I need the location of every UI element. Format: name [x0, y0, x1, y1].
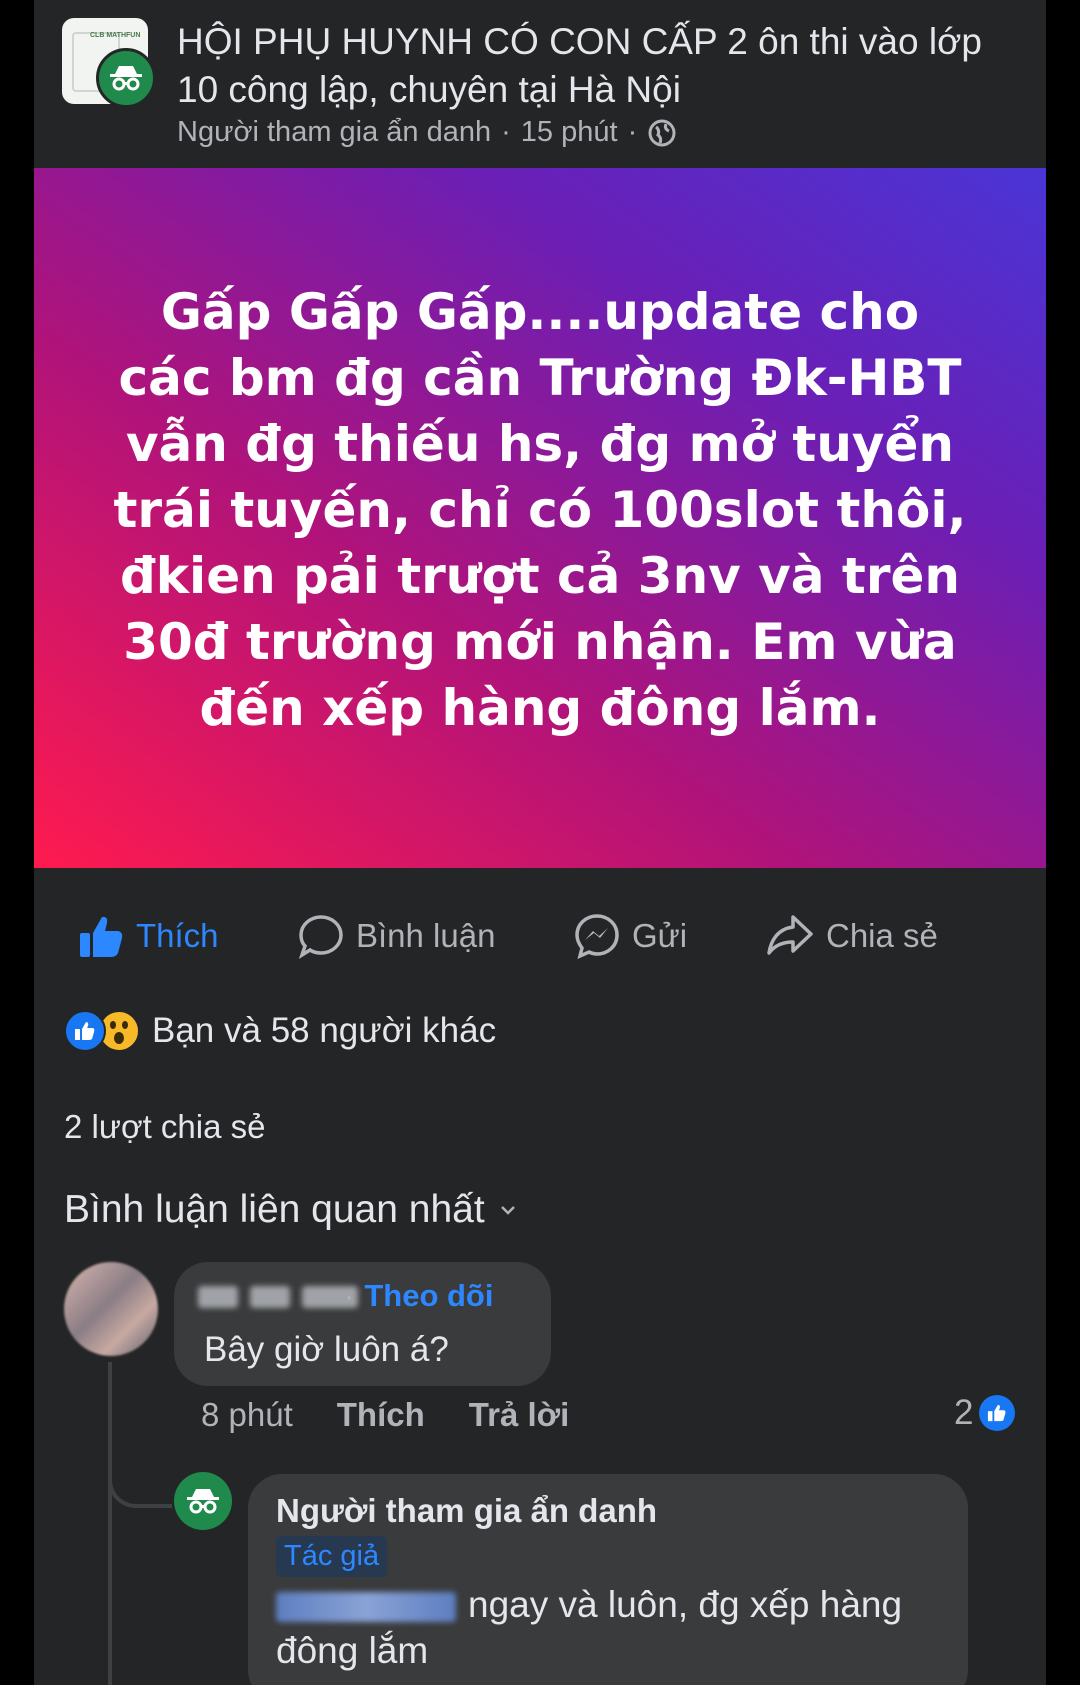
group-avatar-label: CLB MATHFUN — [90, 32, 141, 39]
like-icon — [979, 1395, 1016, 1431]
mention-redacted[interactable] — [276, 1592, 456, 1623]
reactions-summary[interactable]: Bạn và 58 người khác — [64, 1010, 496, 1052]
comment-icon — [298, 915, 343, 959]
thumbs-up-icon — [80, 916, 123, 957]
chevron-down-icon — [500, 1206, 515, 1215]
comment-like-button[interactable]: Thích — [337, 1396, 425, 1434]
share-button[interactable]: Chia sẻ — [766, 900, 938, 972]
reply-author[interactable]: Người tham gia ẩn danh — [276, 1492, 657, 1530]
comment-label: Bình luận — [356, 917, 496, 954]
comment-reaction-number: 2 — [954, 1393, 974, 1432]
shares-count[interactable]: 2 lượt chia sẻ — [64, 1108, 265, 1146]
action-bar: Thích Bình luận Gửi Chia sẻ — [34, 900, 1046, 972]
share-label: Chia sẻ — [826, 917, 938, 954]
reply-text-block: ngay và luôn, đg xếp hàng đông lắm — [276, 1582, 956, 1674]
share-icon — [767, 915, 813, 955]
reply-bubble: Người tham gia ẩn danh Tác giả ngay và l… — [248, 1474, 968, 1685]
comment-reaction-count[interactable]: 2 — [954, 1393, 1016, 1433]
comment-bubble: · Theo dõi Bây giờ luôn á? — [174, 1262, 551, 1386]
post-time[interactable]: 15 phút — [521, 116, 618, 149]
comment-time[interactable]: 8 phút — [201, 1396, 293, 1434]
like-label: Thích — [136, 917, 219, 954]
group-title[interactable]: HỘI PHỤ HUYNH CÓ CON CẤP 2 ôn thi vào lớ… — [177, 18, 1017, 114]
comment-actions: 8 phút Thích Trả lời — [201, 1396, 569, 1434]
follow-separator: · — [344, 1278, 355, 1313]
messenger-icon — [575, 914, 619, 959]
like-icon — [64, 1010, 106, 1052]
post-meta: Người tham gia ẩn danh · 15 phút · — [177, 116, 677, 149]
comment-text: Bây giờ luôn á? — [204, 1330, 449, 1369]
post-screen: CLB MATHFUN HỘI PHỤ HUYNH CÓ CON CẤP 2 ô… — [34, 0, 1046, 1685]
send-button[interactable]: Gửi — [574, 900, 687, 972]
comment-button[interactable]: Bình luận — [298, 900, 495, 972]
follow-link[interactable]: · Theo dõi — [344, 1278, 493, 1314]
anonymous-icon[interactable] — [174, 1472, 232, 1530]
post-author[interactable]: Người tham gia ẩn danh — [177, 116, 491, 149]
meta-separator: · — [501, 116, 511, 148]
comments-sort-dropdown[interactable]: Bình luận liên quan nhất — [64, 1188, 517, 1232]
globe-icon — [648, 119, 676, 146]
commenter-avatar[interactable] — [64, 1262, 158, 1356]
anonymous-icon — [96, 48, 156, 108]
commenter-name-redacted[interactable] — [198, 1286, 358, 1308]
post-banner[interactable]: Gấp Gấp Gấp....update cho các bm đg cần … — [34, 168, 1046, 868]
comment-reply-button[interactable]: Trả lời — [469, 1396, 570, 1434]
send-label: Gửi — [632, 917, 688, 954]
comments-sort-label: Bình luận liên quan nhất — [64, 1188, 485, 1231]
follow-label: Theo dõi — [364, 1278, 494, 1313]
reactions-text: Bạn và 58 người khác — [152, 1011, 497, 1050]
meta-separator: · — [627, 116, 638, 148]
thread-connector — [108, 1440, 172, 1508]
like-button[interactable]: Thích — [78, 900, 219, 972]
thread-line — [108, 1362, 176, 1685]
banner-text: Gấp Gấp Gấp....update cho các bm đg cần … — [113, 283, 967, 737]
author-badge: Tác giả — [276, 1536, 388, 1577]
